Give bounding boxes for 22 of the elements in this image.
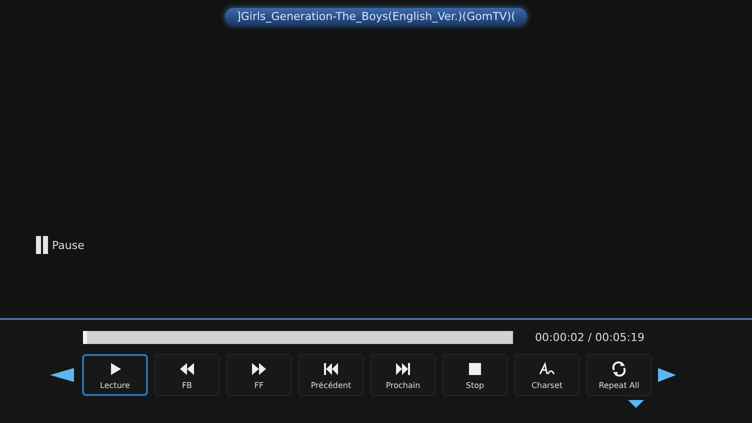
skip-forward-icon <box>395 360 411 376</box>
control-button[interactable]: Prochain <box>370 354 436 396</box>
scroll-right-icon[interactable] <box>658 368 676 382</box>
skip-back-icon <box>323 360 339 376</box>
stop-icon <box>467 360 483 376</box>
pause-icon <box>36 236 48 254</box>
control-button[interactable]: Lecture <box>82 354 148 396</box>
scroll-down-icon[interactable] <box>628 400 644 408</box>
control-button[interactable]: Charset <box>514 354 580 396</box>
control-button[interactable]: FB <box>154 354 220 396</box>
rewind-icon <box>179 360 195 376</box>
control-button[interactable]: Précédent <box>298 354 364 396</box>
control-button[interactable]: Repeat All <box>586 354 652 396</box>
playback-time: 00:00:02 / 00:05:19 <box>535 331 645 344</box>
control-button[interactable]: FF <box>226 354 292 396</box>
video-title: ]Girls_Generation-The_Boys(English_Ver.)(GomTV)( <box>224 8 528 25</box>
fast-forward-icon <box>251 360 267 376</box>
scroll-left-icon[interactable] <box>50 368 74 382</box>
font-icon <box>539 360 555 376</box>
control-button[interactable]: Stop <box>442 354 508 396</box>
repeat-icon <box>611 360 627 376</box>
playback-status: Pause <box>52 238 84 252</box>
